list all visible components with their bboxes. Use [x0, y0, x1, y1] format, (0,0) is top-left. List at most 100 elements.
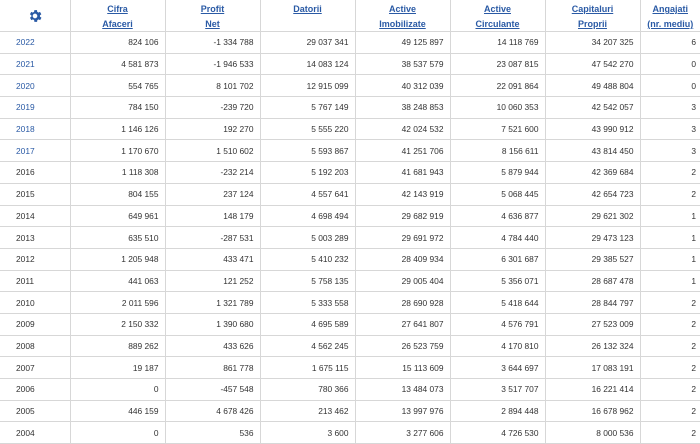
col-header-cifra-afaceri[interactable]: Cifra Afaceri	[70, 0, 166, 32]
cell-datorii: 780 366	[260, 378, 356, 401]
year-cell: 2014	[0, 205, 71, 228]
cell-cifra: 784 150	[70, 96, 166, 119]
cell-datorii: 4 698 494	[260, 205, 356, 228]
financial-table: Cifra Afaceri Profit Net Datorii Active Imo…	[0, 0, 700, 444]
cell-circ: 3 517 707	[450, 378, 546, 401]
cell-cap: 29 621 302	[545, 205, 641, 228]
cell-datorii: 5 333 558	[260, 291, 356, 314]
cell-cifra: 1 170 670	[70, 139, 166, 163]
cell-ang: 1	[640, 205, 700, 228]
cell-cifra: 0	[70, 421, 166, 444]
cell-ang: 2	[640, 161, 700, 184]
table-row: 2004 0 536 3 600 3 277 606 4 726 530 8 000 536…	[0, 421, 700, 444]
year-link[interactable]: 2022	[0, 31, 71, 54]
cell-ang: 2	[640, 335, 700, 358]
cell-cifra: 824 106	[70, 31, 166, 54]
cell-circ: 5 068 445	[450, 183, 546, 206]
table-row: 2012 1 205 948 433 471 5 410 232 28 409 934 6…	[0, 248, 700, 271]
col-header-active-imobilizate[interactable]: Active Imobilizate	[355, 0, 451, 32]
cell-datorii: 4 695 589	[260, 313, 356, 336]
col-header-active-circulante[interactable]: Active Circulante	[450, 0, 546, 32]
year-link[interactable]: 2021	[0, 53, 71, 76]
cell-ang: 1	[640, 248, 700, 271]
cell-imob: 38 537 579	[355, 53, 451, 76]
cell-circ: 5 418 644	[450, 291, 546, 314]
col-header-angajati[interactable]: Angajati (nr. mediu)	[640, 0, 700, 32]
cell-imob: 3 277 606	[355, 421, 451, 444]
year-cell: 2013	[0, 226, 71, 249]
cell-imob: 15 113 609	[355, 356, 451, 379]
year-cell: 2005	[0, 400, 71, 423]
cell-imob: 29 682 919	[355, 205, 451, 228]
header-row: Cifra Afaceri Profit Net Datorii Active Imo…	[0, 0, 700, 32]
cell-cap: 17 083 191	[545, 356, 641, 379]
cell-ang: 0	[640, 53, 700, 76]
cell-profit: 861 778	[165, 356, 261, 379]
cell-cifra: 649 961	[70, 205, 166, 228]
cell-datorii: 12 915 099	[260, 74, 356, 98]
cell-cap: 42 369 684	[545, 161, 641, 184]
cell-cap: 29 385 527	[545, 248, 641, 271]
cell-cifra: 554 765	[70, 74, 166, 98]
cell-profit: 121 252	[165, 270, 261, 293]
cell-circ: 4 726 530	[450, 421, 546, 444]
table-row: 2015 804 155 237 124 4 557 641 42 143 919 5 0…	[0, 183, 700, 206]
cell-cap: 34 207 325	[545, 31, 641, 54]
gear-icon[interactable]	[4, 8, 66, 24]
cell-datorii: 5 767 149	[260, 96, 356, 119]
cell-datorii: 5 758 135	[260, 270, 356, 293]
table-row: 2006 0 -457 548 780 366 13 484 073 3 517 707 1…	[0, 378, 700, 401]
table-row: 2013 635 510 -287 531 5 003 289 29 691 972 4 …	[0, 226, 700, 249]
cell-cap: 27 523 009	[545, 313, 641, 336]
col-header-profit-net[interactable]: Profit Net	[165, 0, 261, 32]
cell-cap: 29 473 123	[545, 226, 641, 249]
cell-circ: 4 784 440	[450, 226, 546, 249]
cell-ang: 3	[640, 139, 700, 163]
cell-imob: 41 681 943	[355, 161, 451, 184]
cell-imob: 42 143 919	[355, 183, 451, 206]
cell-datorii: 5 555 220	[260, 118, 356, 141]
table-row: 2022 824 106 -1 334 788 29 037 341 49 125 89…	[0, 31, 700, 54]
cell-ang: 2	[640, 291, 700, 314]
year-cell: 2006	[0, 378, 71, 401]
cell-circ: 8 156 611	[450, 139, 546, 163]
cell-imob: 29 691 972	[355, 226, 451, 249]
cell-ang: 0	[640, 74, 700, 98]
cell-circ: 22 091 864	[450, 74, 546, 98]
cell-datorii: 4 562 245	[260, 335, 356, 358]
cell-cap: 28 844 797	[545, 291, 641, 314]
cell-datorii: 5 003 289	[260, 226, 356, 249]
cell-profit: 4 678 426	[165, 400, 261, 423]
year-link[interactable]: 2020	[0, 74, 71, 98]
cell-datorii: 5 593 867	[260, 139, 356, 163]
cell-profit: 192 270	[165, 118, 261, 141]
cell-cifra: 2 011 596	[70, 291, 166, 314]
col-header-datorii[interactable]: Datorii	[260, 0, 356, 32]
cell-ang: 2	[640, 313, 700, 336]
table-row: 2007 19 187 861 778 1 675 115 15 113 609 3 64…	[0, 356, 700, 379]
cell-cifra: 4 581 873	[70, 53, 166, 76]
cell-cap: 26 132 324	[545, 335, 641, 358]
cell-cap: 43 990 912	[545, 118, 641, 141]
cell-imob: 42 024 532	[355, 118, 451, 141]
year-link[interactable]: 2019	[0, 96, 71, 119]
year-link[interactable]: 2017	[0, 139, 71, 163]
cell-profit: 237 124	[165, 183, 261, 206]
col-header-capitaluri-proprii[interactable]: Capitaluri Proprii	[545, 0, 641, 32]
year-cell: 2016	[0, 161, 71, 184]
cell-ang: 2	[640, 400, 700, 423]
cell-profit: -287 531	[165, 226, 261, 249]
cell-cifra: 441 063	[70, 270, 166, 293]
year-cell: 2011	[0, 270, 71, 293]
cell-circ: 23 087 815	[450, 53, 546, 76]
cell-ang: 2	[640, 421, 700, 444]
cell-cifra: 635 510	[70, 226, 166, 249]
cell-profit: 8 101 702	[165, 74, 261, 98]
cell-cap: 42 542 057	[545, 96, 641, 119]
cell-profit: -457 548	[165, 378, 261, 401]
table-row: 2017 1 170 670 1 510 602 5 593 867 41 251 70…	[0, 139, 700, 163]
cell-circ: 5 879 944	[450, 161, 546, 184]
cell-cap: 28 687 478	[545, 270, 641, 293]
table-row: 2010 2 011 596 1 321 789 5 333 558 28 690 92…	[0, 291, 700, 314]
year-link[interactable]: 2018	[0, 118, 71, 141]
